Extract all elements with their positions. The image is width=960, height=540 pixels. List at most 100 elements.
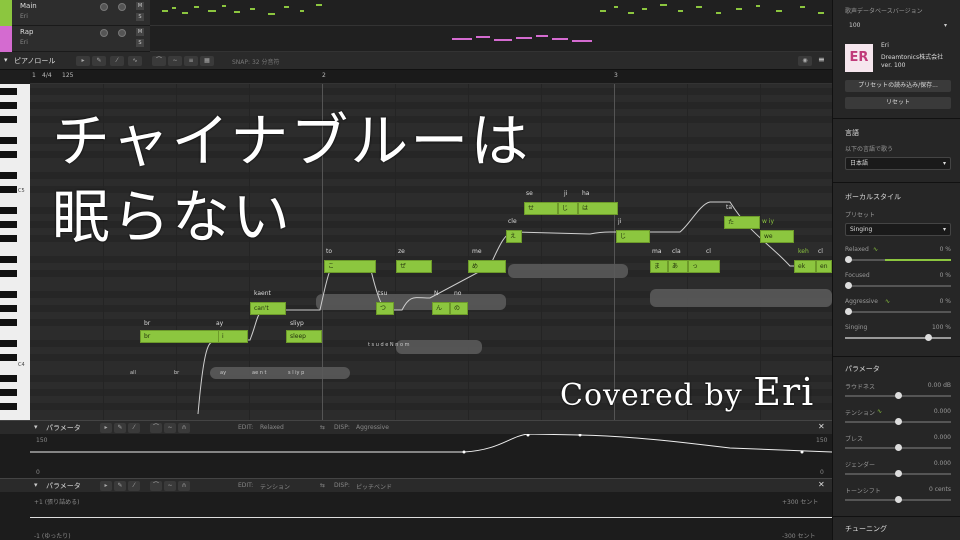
note[interactable]: え <box>506 230 522 243</box>
display-param-select[interactable]: ピッチベンド <box>356 482 392 491</box>
menu-icon[interactable]: ≡ <box>818 55 825 64</box>
black-key[interactable] <box>0 256 17 263</box>
mute-button[interactable]: M <box>136 28 144 36</box>
reset-button[interactable]: リセット <box>845 97 951 109</box>
black-key[interactable] <box>0 172 17 179</box>
slider-knob[interactable] <box>845 256 852 263</box>
black-key[interactable] <box>0 389 17 396</box>
style-relaxed-slider[interactable] <box>845 256 951 263</box>
note[interactable]: じ <box>616 230 650 243</box>
select-tool-button[interactable]: ▸ <box>100 481 112 491</box>
note[interactable]: こ <box>324 260 376 273</box>
curve-tool-button[interactable]: ⌒ <box>150 423 162 433</box>
solo-button[interactable]: S <box>136 39 144 47</box>
close-icon[interactable]: ✕ <box>818 422 825 431</box>
black-key[interactable] <box>0 151 17 158</box>
db-version-select[interactable]: 100 ▾ <box>845 20 951 33</box>
vibrato-tool-button[interactable]: ∼ <box>168 56 182 66</box>
language-select[interactable]: 日本語 ▾ <box>845 157 951 170</box>
pan-knob[interactable] <box>118 3 126 11</box>
black-key[interactable] <box>0 270 17 277</box>
black-key[interactable] <box>0 305 17 312</box>
track-lane-rap[interactable] <box>150 26 832 52</box>
mute-button[interactable]: M <box>136 2 144 10</box>
note[interactable]: た <box>724 216 760 229</box>
slider-knob[interactable] <box>925 334 932 341</box>
snap-setting[interactable]: SNAP: 32 分音符 <box>232 57 280 66</box>
black-key[interactable] <box>0 403 17 410</box>
knife-tool-button[interactable]: ⁄ <box>110 56 124 66</box>
note[interactable]: の <box>450 302 468 315</box>
slider-knob[interactable] <box>895 470 902 477</box>
black-key[interactable] <box>0 221 17 228</box>
timeline-ruler[interactable]: 1 4/4 125 2 3 <box>30 70 832 84</box>
black-key[interactable] <box>0 207 17 214</box>
view-button[interactable]: ◉ <box>798 56 812 66</box>
pan-knob[interactable] <box>118 29 126 37</box>
black-key[interactable] <box>0 375 17 382</box>
pen-tool-button[interactable]: ✎ <box>114 481 126 491</box>
line-tool-button[interactable]: ⁄ <box>128 481 140 491</box>
note[interactable]: ぜ <box>396 260 432 273</box>
black-key[interactable] <box>0 186 17 193</box>
param-tension-slider[interactable] <box>845 418 951 425</box>
pen-tool-button[interactable]: ✎ <box>92 56 106 66</box>
black-key[interactable] <box>0 319 17 326</box>
black-key[interactable] <box>0 102 17 109</box>
style-focused-slider[interactable] <box>845 282 951 289</box>
display-param-select[interactable]: Aggressive <box>356 424 389 431</box>
curve-tool-button[interactable]: ∿ <box>128 56 142 66</box>
note[interactable]: br <box>140 330 220 343</box>
note[interactable]: sleep <box>286 330 322 343</box>
ratio-tool-button[interactable]: ≡ <box>184 56 198 66</box>
parameter-curve[interactable] <box>30 434 832 479</box>
note[interactable]: め <box>468 260 506 273</box>
pen-tool-button[interactable]: ✎ <box>114 423 126 433</box>
param-breath-slider[interactable] <box>845 444 951 451</box>
note[interactable]: じ <box>558 202 578 215</box>
track-lane-main[interactable] <box>150 0 832 26</box>
black-key[interactable] <box>0 88 17 95</box>
track-rap[interactable]: Rap Eri M S <box>0 26 150 52</box>
note[interactable]: つ <box>376 302 394 315</box>
solo-button[interactable]: S <box>136 13 144 21</box>
volume-knob[interactable] <box>100 29 108 37</box>
slider-knob[interactable] <box>845 282 852 289</box>
style-singing-slider[interactable] <box>845 334 951 341</box>
black-key[interactable] <box>0 354 17 361</box>
swap-icon[interactable]: ⇆ <box>320 424 325 431</box>
black-key[interactable] <box>0 137 17 144</box>
track-main[interactable]: Main Eri M S <box>0 0 150 26</box>
note[interactable]: は <box>578 202 618 215</box>
volume-knob[interactable] <box>100 3 108 11</box>
black-key[interactable] <box>0 235 17 242</box>
note[interactable]: あ <box>668 260 688 273</box>
arc-tool-button[interactable]: ∩ <box>178 481 190 491</box>
note[interactable]: en <box>816 260 832 273</box>
collapse-icon[interactable]: ▾ <box>4 56 8 64</box>
param-loudness-slider[interactable] <box>845 392 951 399</box>
smooth-tool-button[interactable]: ∼ <box>164 423 176 433</box>
slider-knob[interactable] <box>845 308 852 315</box>
param-toneshift-slider[interactable] <box>845 496 951 503</box>
grid-tool-button[interactable]: ▦ <box>200 56 214 66</box>
slider-knob[interactable] <box>895 418 902 425</box>
note[interactable]: せ <box>524 202 558 215</box>
arc-tool-button[interactable]: ∩ <box>178 423 190 433</box>
note[interactable]: i <box>218 330 248 343</box>
slider-knob[interactable] <box>895 496 902 503</box>
collapse-icon[interactable]: ▾ <box>34 423 38 431</box>
black-key[interactable] <box>0 340 17 347</box>
edit-param-select[interactable]: テンション <box>260 482 290 491</box>
swap-icon[interactable]: ⇆ <box>320 482 325 489</box>
param-gender-slider[interactable] <box>845 470 951 477</box>
line-tool-button[interactable]: ⁄ <box>128 423 140 433</box>
slider-knob[interactable] <box>895 392 902 399</box>
select-tool-button[interactable]: ▸ <box>100 423 112 433</box>
style-aggressive-slider[interactable] <box>845 308 951 315</box>
close-icon[interactable]: ✕ <box>818 480 825 489</box>
note[interactable]: っ <box>688 260 720 273</box>
parameter-baseline[interactable] <box>30 517 832 518</box>
note[interactable]: we <box>760 230 794 243</box>
pitch-tool-button[interactable]: ⌒ <box>152 56 166 66</box>
